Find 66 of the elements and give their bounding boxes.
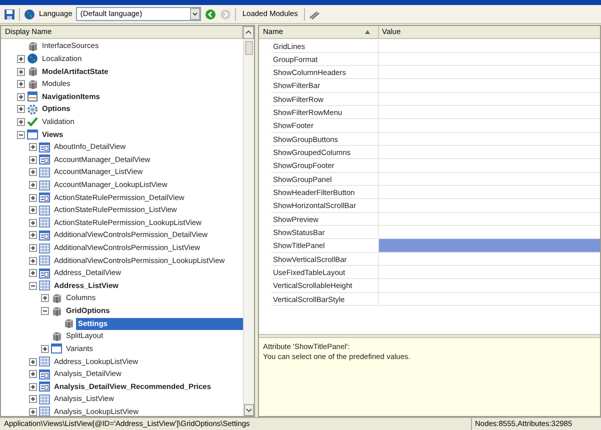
expand-icon[interactable] xyxy=(17,68,25,76)
expand-icon[interactable] xyxy=(29,269,37,278)
expand-icon[interactable] xyxy=(29,181,37,189)
sort-ascending-icon xyxy=(365,30,370,34)
expand-icon[interactable] xyxy=(29,231,37,240)
table-icon xyxy=(39,394,50,405)
property-value-cell[interactable] xyxy=(379,239,600,253)
expand-icon[interactable] xyxy=(41,344,49,353)
form-icon xyxy=(39,268,50,279)
table-icon xyxy=(39,255,50,266)
globe-icon xyxy=(24,8,35,20)
expand-icon[interactable] xyxy=(41,294,49,302)
table-icon xyxy=(39,180,50,190)
form-icon xyxy=(39,154,50,166)
scroll-up-icon[interactable] xyxy=(243,26,254,39)
scrollbar[interactable] xyxy=(243,39,254,416)
table-icon xyxy=(39,204,50,216)
chevron-down-icon xyxy=(190,8,200,20)
save-icon[interactable] xyxy=(4,8,15,20)
expand-icon[interactable] xyxy=(29,408,37,416)
table-icon xyxy=(39,217,50,228)
cube-icon xyxy=(27,40,38,52)
expand-icon[interactable] xyxy=(29,194,37,202)
expand-icon[interactable] xyxy=(17,105,25,114)
expand-icon[interactable] xyxy=(29,218,37,227)
table-icon xyxy=(39,242,50,254)
cube-icon xyxy=(27,66,38,78)
table-icon xyxy=(39,406,50,416)
expand-icon[interactable] xyxy=(29,156,37,164)
expand-icon[interactable] xyxy=(29,358,37,366)
collapse-icon[interactable] xyxy=(17,130,25,139)
scrollbar-thumb[interactable] xyxy=(245,41,253,55)
expand-icon[interactable] xyxy=(17,92,25,101)
window-icon xyxy=(27,129,38,140)
window-icon xyxy=(51,343,62,354)
check-icon xyxy=(27,116,38,128)
form-icon xyxy=(39,368,50,380)
table-icon xyxy=(39,356,50,368)
expand-icon[interactable] xyxy=(17,80,25,88)
expand-icon[interactable] xyxy=(29,382,37,391)
table-icon xyxy=(39,166,50,178)
list-icon xyxy=(27,91,38,102)
expand-icon[interactable] xyxy=(29,370,37,378)
cube-icon xyxy=(51,292,62,304)
cube-icon xyxy=(63,318,74,330)
collapse-icon[interactable] xyxy=(41,307,49,316)
expand-icon[interactable] xyxy=(17,118,25,126)
collapse-icon[interactable] xyxy=(29,282,37,290)
form-icon xyxy=(39,192,50,204)
form-icon xyxy=(39,230,50,241)
expand-icon[interactable] xyxy=(29,395,37,404)
scroll-down-icon[interactable] xyxy=(244,404,254,416)
expand-icon[interactable] xyxy=(29,143,37,152)
globe-icon xyxy=(27,53,38,64)
expand-icon[interactable] xyxy=(17,54,25,63)
cube-icon xyxy=(27,78,38,90)
table-icon xyxy=(39,280,50,292)
expand-icon[interactable] xyxy=(29,244,37,252)
form-icon xyxy=(39,142,50,153)
cube-icon xyxy=(51,330,62,342)
cube-icon xyxy=(51,306,62,317)
expand-icon[interactable] xyxy=(29,206,37,214)
form-icon xyxy=(39,381,50,392)
expand-icon[interactable] xyxy=(29,168,37,176)
expand-icon[interactable] xyxy=(29,256,37,265)
gear-icon xyxy=(27,104,38,115)
